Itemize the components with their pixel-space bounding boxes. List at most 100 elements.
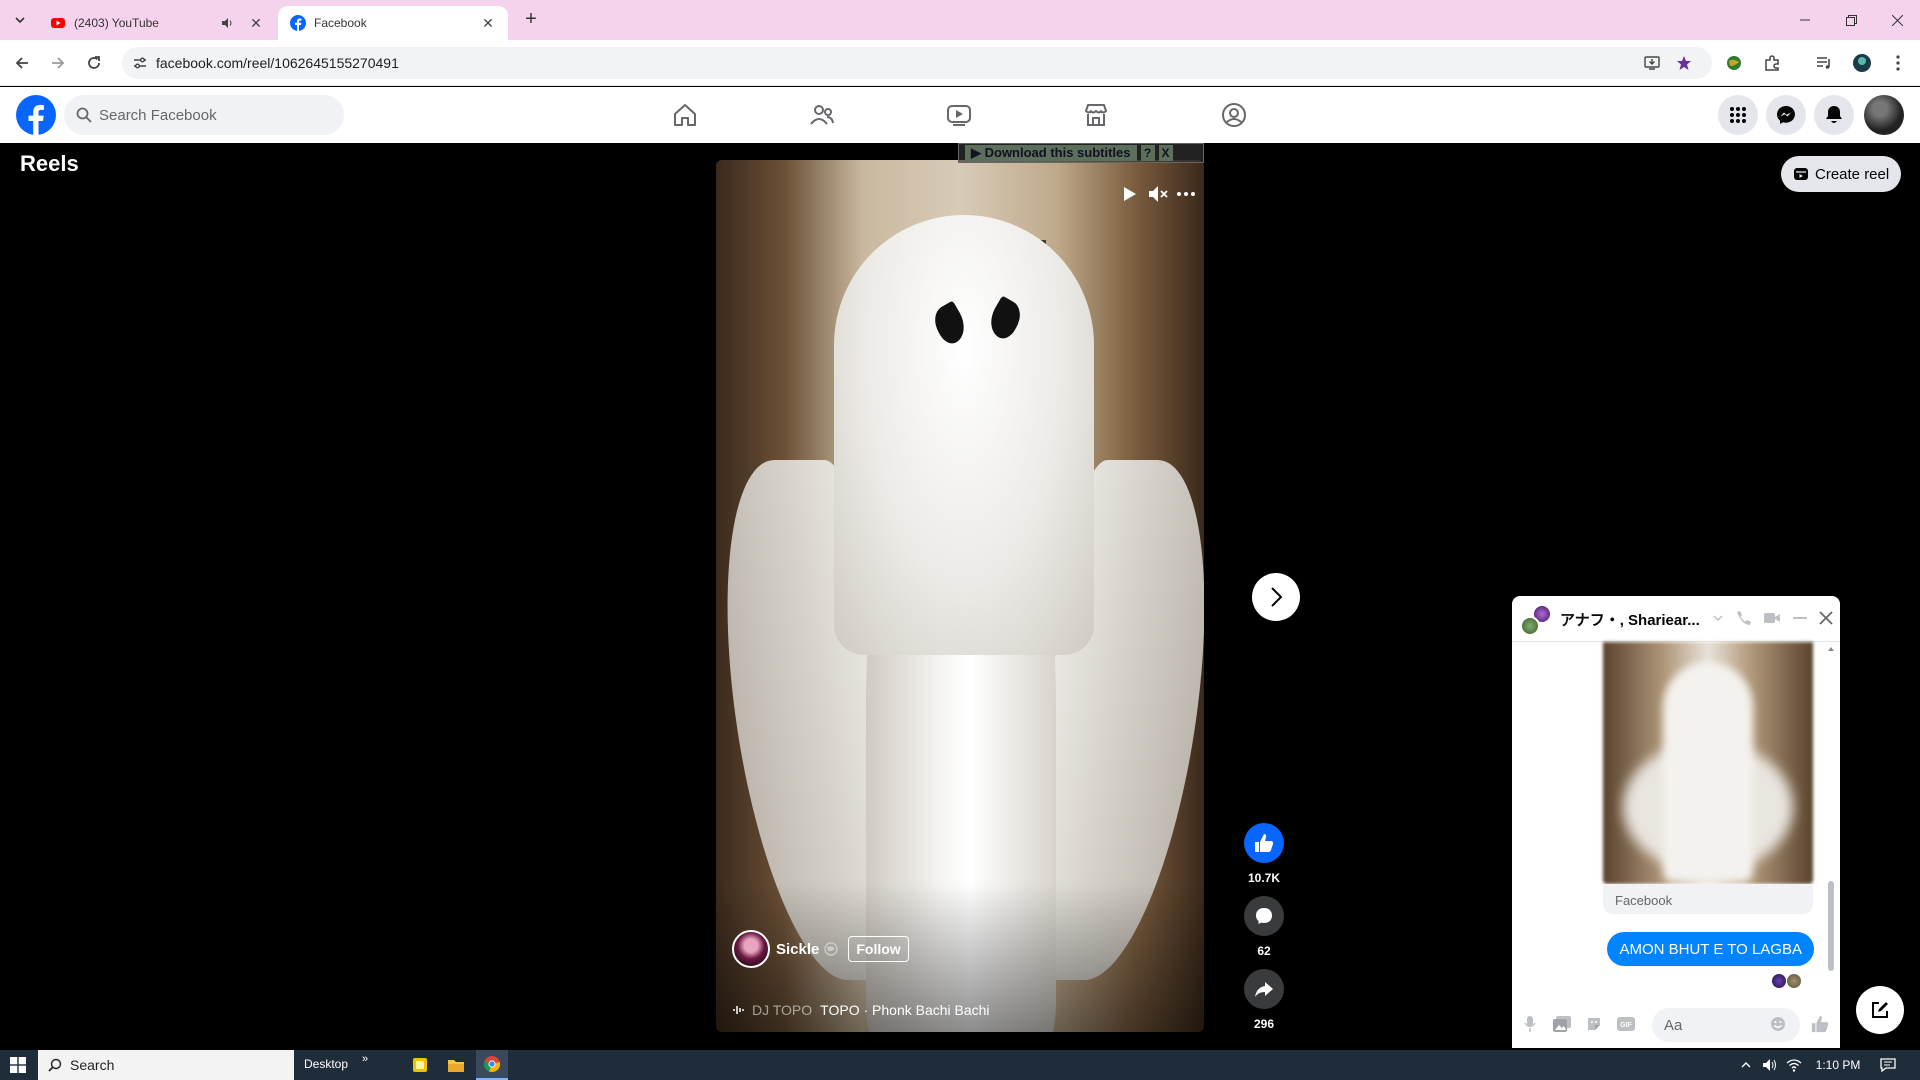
- share-count: 296: [1253, 1017, 1275, 1031]
- microphone-button[interactable]: [1520, 1014, 1540, 1034]
- new-tab-button[interactable]: +: [520, 9, 542, 31]
- friends-icon: [810, 105, 834, 125]
- media-controls-icon[interactable]: [1814, 53, 1834, 73]
- chat-title[interactable]: アナフ・, Shariear...: [1560, 609, 1710, 630]
- scroll-up-icon: [1828, 647, 1834, 651]
- notifications-center-button[interactable]: [1876, 1050, 1900, 1080]
- share-action[interactable]: 296: [1244, 969, 1284, 1031]
- shared-reel-thumbnail[interactable]: [1603, 642, 1813, 884]
- nav-gaming[interactable]: [1179, 87, 1289, 143]
- subtitles-download-banner[interactable]: ▶ Download this subtitles ? X: [958, 143, 1204, 163]
- nav-home[interactable]: [630, 87, 740, 143]
- share-button[interactable]: [1244, 969, 1284, 1009]
- gif-button[interactable]: GIF: [1616, 1014, 1636, 1034]
- scrollbar-thumb[interactable]: [1828, 881, 1834, 971]
- nav-video[interactable]: [904, 87, 1014, 143]
- next-reel-button[interactable]: [1252, 573, 1300, 621]
- chat-scrollbar[interactable]: [1826, 646, 1836, 984]
- menu-grid-button[interactable]: [1718, 95, 1758, 135]
- sent-message[interactable]: AMON BHUT E TO LAGBA: [1607, 932, 1814, 966]
- messenger-button[interactable]: [1766, 95, 1806, 135]
- play-button[interactable]: [1118, 182, 1142, 206]
- speaker-icon[interactable]: [220, 16, 234, 30]
- chat-group-avatar[interactable]: [1520, 604, 1552, 636]
- facebook-logo-icon[interactable]: [16, 95, 56, 135]
- tab-search-button[interactable]: [8, 8, 32, 32]
- video-call-button[interactable]: [1762, 608, 1782, 628]
- clock[interactable]: 1:10 PM: [1810, 1050, 1866, 1080]
- mute-button[interactable]: [1146, 182, 1170, 206]
- more-options-button[interactable]: [1174, 182, 1198, 206]
- subtitles-close-button[interactable]: X: [1158, 145, 1173, 161]
- messenger-icon: [1777, 106, 1795, 124]
- audio-title: TOPO · Phonk Bachi Bachi: [820, 1002, 990, 1018]
- profile-avatar-icon[interactable]: [1852, 53, 1872, 73]
- comment-action[interactable]: 62: [1244, 896, 1284, 958]
- close-tab-icon[interactable]: ✕: [480, 15, 496, 31]
- taskbar-app-sticky-notes[interactable]: [404, 1050, 436, 1080]
- bell-icon: [1826, 106, 1842, 123]
- tray-overflow-button[interactable]: [1736, 1050, 1756, 1080]
- comment-button[interactable]: [1244, 896, 1284, 936]
- seen-avatar: [1772, 974, 1786, 988]
- sticker-button[interactable]: [1584, 1014, 1604, 1034]
- like-action[interactable]: 10.7K: [1244, 823, 1284, 885]
- creator-name[interactable]: Sickle: [776, 941, 819, 958]
- like-button[interactable]: [1244, 823, 1284, 863]
- sticky-notes-icon: [413, 1058, 427, 1072]
- bookmark-star-icon[interactable]: [1676, 55, 1692, 71]
- forward-button[interactable]: [46, 51, 70, 75]
- profile-avatar[interactable]: [1864, 95, 1904, 135]
- back-button[interactable]: [10, 51, 34, 75]
- start-button[interactable]: [0, 1050, 36, 1080]
- follow-button[interactable]: Follow: [848, 936, 909, 962]
- subtitles-help-button[interactable]: ?: [1140, 145, 1155, 161]
- chat-header[interactable]: アナフ・, Shariear...: [1512, 596, 1840, 642]
- taskbar-app-file-explorer[interactable]: [440, 1050, 472, 1080]
- reload-button[interactable]: [82, 51, 106, 75]
- search-input[interactable]: [99, 95, 329, 135]
- close-icon: [1819, 611, 1833, 625]
- desktop-toolbar-label[interactable]: Desktop: [304, 1057, 348, 1071]
- install-app-icon[interactable]: [1644, 55, 1660, 71]
- minimize-chat-button[interactable]: [1790, 608, 1810, 628]
- create-reel-button[interactable]: Create reel: [1781, 156, 1902, 192]
- reel-video[interactable]: [716, 160, 1204, 1032]
- facebook-header: [0, 87, 1920, 143]
- tab-youtube[interactable]: (2403) YouTube ✕: [38, 6, 276, 40]
- emoji-button[interactable]: [1768, 1014, 1788, 1034]
- attach-photo-button[interactable]: [1552, 1014, 1572, 1034]
- chevron-right-icon[interactable]: »: [362, 1053, 368, 1065]
- nav-friends[interactable]: [767, 87, 877, 143]
- facebook-search[interactable]: [64, 95, 344, 135]
- volume-button[interactable]: [1760, 1050, 1780, 1080]
- reel-audio[interactable]: DJ TOPO TOPO · Phonk Bachi Bachi: [732, 1002, 990, 1018]
- site-settings-icon[interactable]: [132, 55, 148, 71]
- nav-marketplace[interactable]: [1041, 87, 1151, 143]
- close-tab-icon[interactable]: ✕: [248, 15, 264, 31]
- network-button[interactable]: [1784, 1050, 1804, 1080]
- close-window-button[interactable]: [1874, 0, 1920, 40]
- voice-call-button[interactable]: [1734, 608, 1754, 628]
- new-message-button[interactable]: [1856, 986, 1904, 1034]
- chat-options-button[interactable]: [1708, 608, 1728, 628]
- shared-reel-source[interactable]: Facebook: [1603, 884, 1813, 914]
- send-like-button[interactable]: [1810, 1014, 1830, 1034]
- close-chat-button[interactable]: [1816, 608, 1836, 628]
- address-bar[interactable]: facebook.com/reel/1062645155270491: [122, 47, 1712, 79]
- chevron-up-icon: [1741, 1062, 1751, 1068]
- taskbar-search[interactable]: Search: [38, 1050, 294, 1080]
- extension-globe-icon[interactable]: [1724, 53, 1744, 73]
- browser-menu-icon[interactable]: [1888, 53, 1908, 73]
- page-title: Reels: [20, 151, 79, 176]
- minimize-button[interactable]: [1782, 0, 1828, 40]
- restore-button[interactable]: [1828, 0, 1874, 40]
- chevron-right-icon: [1271, 587, 1283, 607]
- gif-icon: GIF: [1617, 1017, 1635, 1031]
- extensions-puzzle-icon[interactable]: [1762, 53, 1782, 73]
- creator-avatar[interactable]: [732, 930, 770, 968]
- taskbar-app-chrome[interactable]: [476, 1050, 508, 1080]
- notifications-button[interactable]: [1814, 95, 1854, 135]
- download-subtitles-label[interactable]: ▶ Download this subtitles: [965, 145, 1137, 161]
- tab-facebook[interactable]: Facebook ✕: [278, 6, 508, 40]
